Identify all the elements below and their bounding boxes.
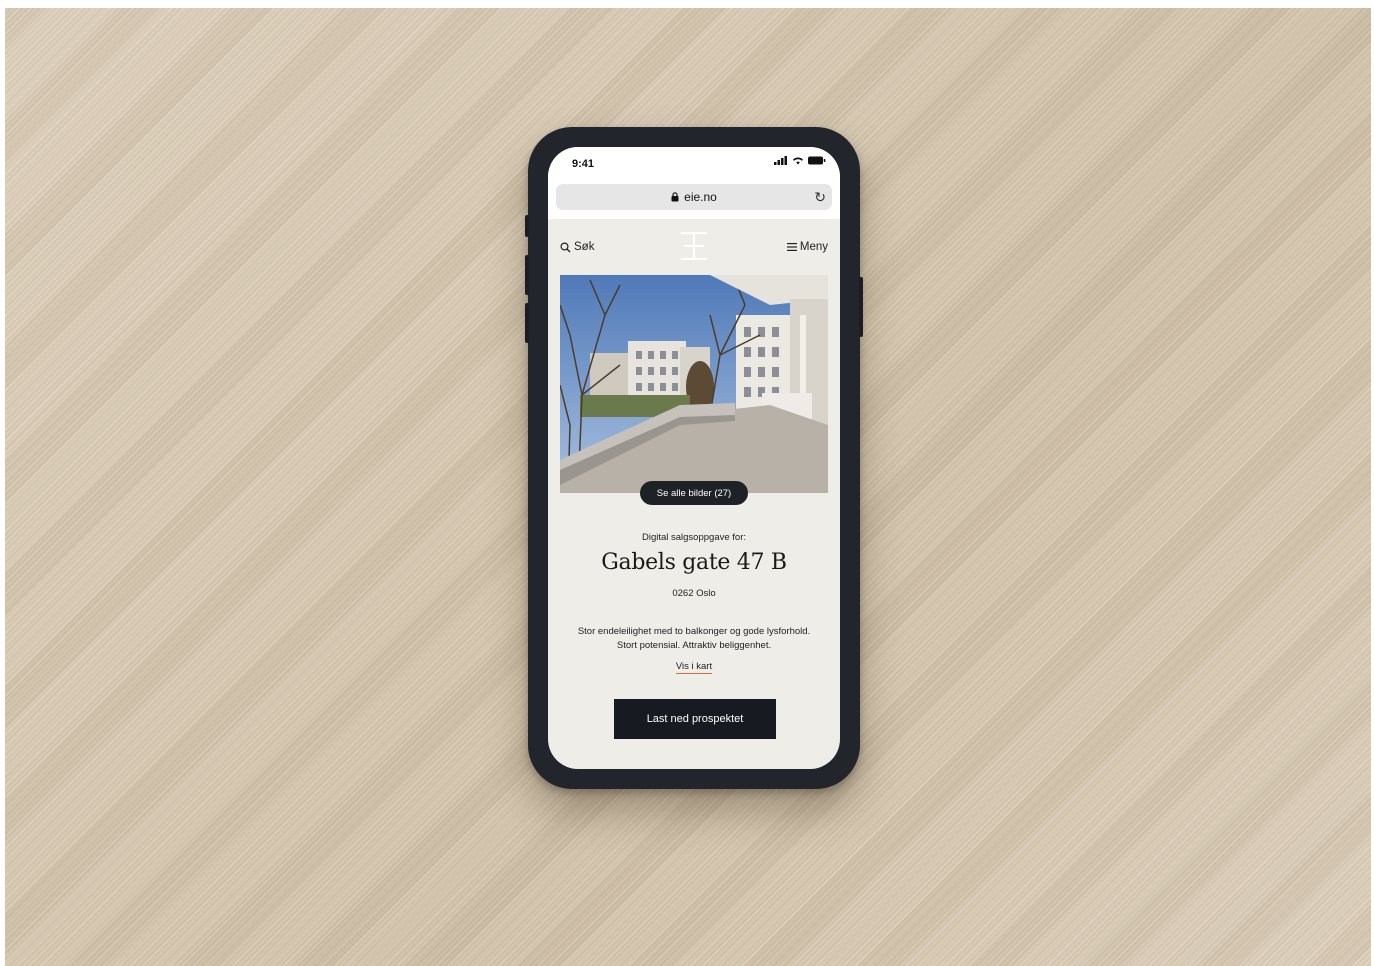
wifi-icon (793, 157, 803, 165)
show-on-map-link[interactable]: Vis i kart (675, 661, 713, 674)
signal-icon (774, 156, 787, 165)
status-icons (774, 156, 826, 165)
address-bar[interactable]: eie.no ↻ (556, 184, 832, 210)
battery-icon (808, 156, 826, 165)
phone-volume-down (525, 303, 529, 343)
property-photo[interactable] (560, 275, 828, 493)
menu-label: Meny (799, 241, 828, 253)
search-label: Søk (574, 241, 595, 253)
phone-screen: 9:41 eie.no ↻ Søk Meny Se alle bilder (2… (548, 147, 840, 769)
lock-icon (671, 192, 679, 202)
download-prospectus-button[interactable]: Last ned prospektet (614, 699, 776, 739)
map-link-row: Vis i kart (548, 661, 840, 674)
status-bar: 9:41 (548, 147, 840, 181)
see-all-photos-button[interactable]: Se alle bilder (27) (640, 481, 748, 505)
phone-mute-switch (525, 215, 529, 237)
listing-kicker: Digital salgsoppgave for: (641, 532, 747, 543)
hamburger-icon (786, 243, 797, 251)
url-text: eie.no (684, 190, 717, 204)
listing-description: Stor endeleilighet med to balkonger og g… (577, 626, 811, 651)
listing-title: Gabels gate 47 B (601, 550, 787, 575)
listing-postal: 0262 Oslo (672, 588, 716, 599)
menu-button[interactable]: Meny (786, 241, 828, 253)
search-icon (560, 241, 571, 252)
smartphone: 9:41 eie.no ↻ Søk Meny Se alle bilder (2… (525, 127, 863, 789)
eie-logo[interactable] (679, 231, 709, 261)
phone-power-button (859, 277, 863, 337)
phone-volume-up (525, 255, 529, 295)
search-button[interactable]: Søk (560, 241, 594, 253)
site-header: Søk Meny (548, 219, 840, 275)
reload-icon[interactable]: ↻ (814, 189, 826, 206)
browser-chrome: eie.no ↻ (548, 181, 840, 219)
status-time: 9:41 (572, 158, 595, 170)
